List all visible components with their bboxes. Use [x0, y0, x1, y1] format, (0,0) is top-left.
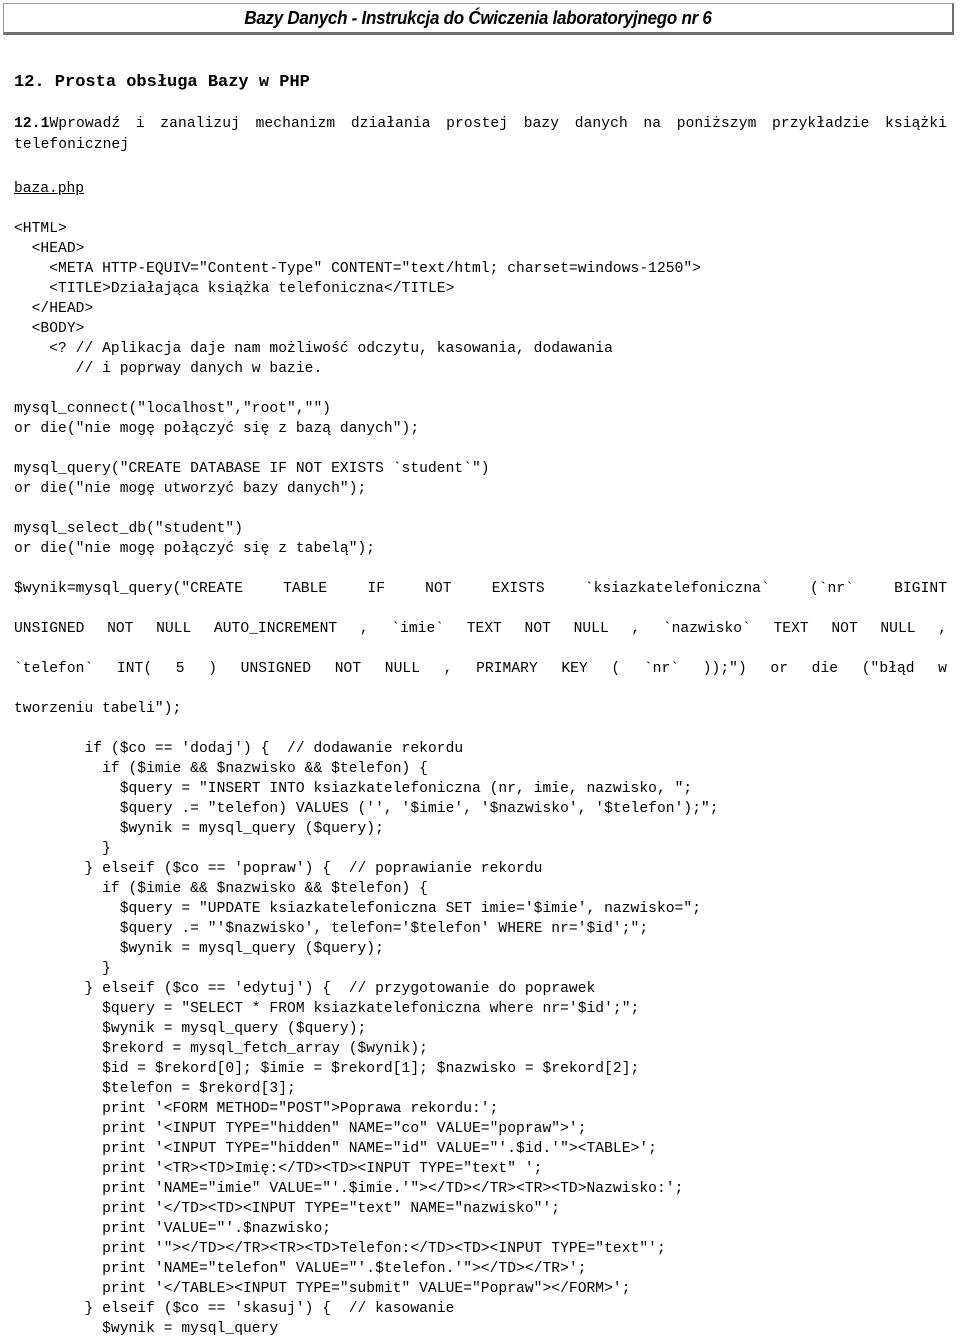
- subsection-number: 12.1: [14, 116, 50, 132]
- code-gap-1: [14, 379, 947, 399]
- code-gap-4: [14, 559, 947, 579]
- code-gap-3: [14, 499, 947, 519]
- filename-line: baza.php: [14, 179, 947, 219]
- code-block-select-db: mysql_select_db("student") or die("nie m…: [14, 521, 376, 557]
- subsection-paragraph: 12.1Wprowadź i zanalizuj mechanizm dział…: [14, 114, 947, 155]
- create-table-line-2: UNSIGNED NOT NULL AUTO_INCREMENT , `imie…: [14, 621, 947, 637]
- code-block-html-head: <HTML> <HEAD> <META HTTP-EQUIV="Content-…: [14, 221, 701, 377]
- filename-label: baza.php: [14, 181, 85, 197]
- code-block-application-logic: if ($co == 'dodaj') { // dodawanie rekor…: [84, 741, 719, 1337]
- running-header: Bazy Danych - Instrukcja do Ćwiczenia la…: [3, 3, 954, 35]
- create-table-line-4: tworzeniu tabeli");: [14, 701, 182, 717]
- code-block-create-database: mysql_query("CREATE DATABASE IF NOT EXIS…: [14, 461, 490, 497]
- code-block-mysql-connect: mysql_connect("localhost","root","") or …: [14, 401, 420, 437]
- code-gap-2: [14, 439, 947, 459]
- code-block-create-table: $wynik=mysql_query("CREATE TABLE IF NOT …: [14, 579, 947, 719]
- section-heading: 12. Prosta obsługa Bazy w PHP: [14, 73, 310, 92]
- document-body: 12. Prosta obsługa Bazy w PHP 12.1Wprowa…: [14, 72, 947, 1339]
- running-header-title: Bazy Danych - Instrukcja do Ćwiczenia la…: [244, 7, 712, 28]
- subsection-text: Wprowadź i zanalizuj mechanizm działania…: [14, 116, 947, 153]
- create-table-line-1: $wynik=mysql_query("CREATE TABLE IF NOT …: [14, 581, 947, 597]
- document-page: Bazy Danych - Instrukcja do Ćwiczenia la…: [0, 0, 960, 1337]
- code-gap-5: [14, 719, 947, 739]
- create-table-line-3: `telefon` INT( 5 ) UNSIGNED NOT NULL , P…: [14, 661, 947, 677]
